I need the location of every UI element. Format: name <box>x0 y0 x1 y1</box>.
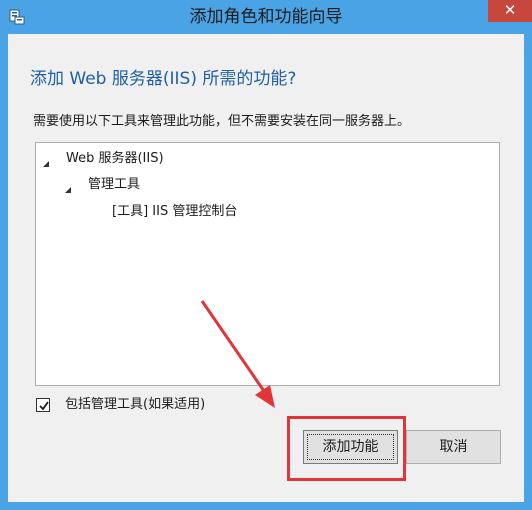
expand-triangle-icon[interactable] <box>41 154 51 167</box>
tree-item-web-server[interactable]: Web 服务器(IIS) <box>66 150 164 168</box>
expand-triangle-icon[interactable] <box>63 180 73 193</box>
dialog-window: 添加角色和功能向导 ✕ 添加 Web 服务器(IIS) 所需的功能? 需要使用以… <box>0 0 532 510</box>
include-tools-label: 包括管理工具(如果适用) <box>65 397 206 412</box>
highlight-box <box>287 416 406 481</box>
dialog-heading: 添加 Web 服务器(IIS) 所需的功能? <box>30 69 297 89</box>
close-button[interactable]: ✕ <box>488 0 532 22</box>
checkmark-icon <box>39 401 49 411</box>
tree-item-iis-console[interactable]: [工具] IIS 管理控制台 <box>112 203 237 221</box>
red-arrow-icon <box>195 295 285 417</box>
title-bar[interactable]: 添加角色和功能向导 ✕ <box>0 0 532 34</box>
cancel-button[interactable]: 取消 <box>406 430 501 464</box>
tree-item-management-tools[interactable]: 管理工具 <box>88 176 140 194</box>
dialog-description: 需要使用以下工具来管理此功能，但不需要安装在同一服务器上。 <box>33 114 411 129</box>
include-tools-checkbox[interactable] <box>36 398 50 412</box>
window-title: 添加角色和功能向导 <box>189 7 343 27</box>
